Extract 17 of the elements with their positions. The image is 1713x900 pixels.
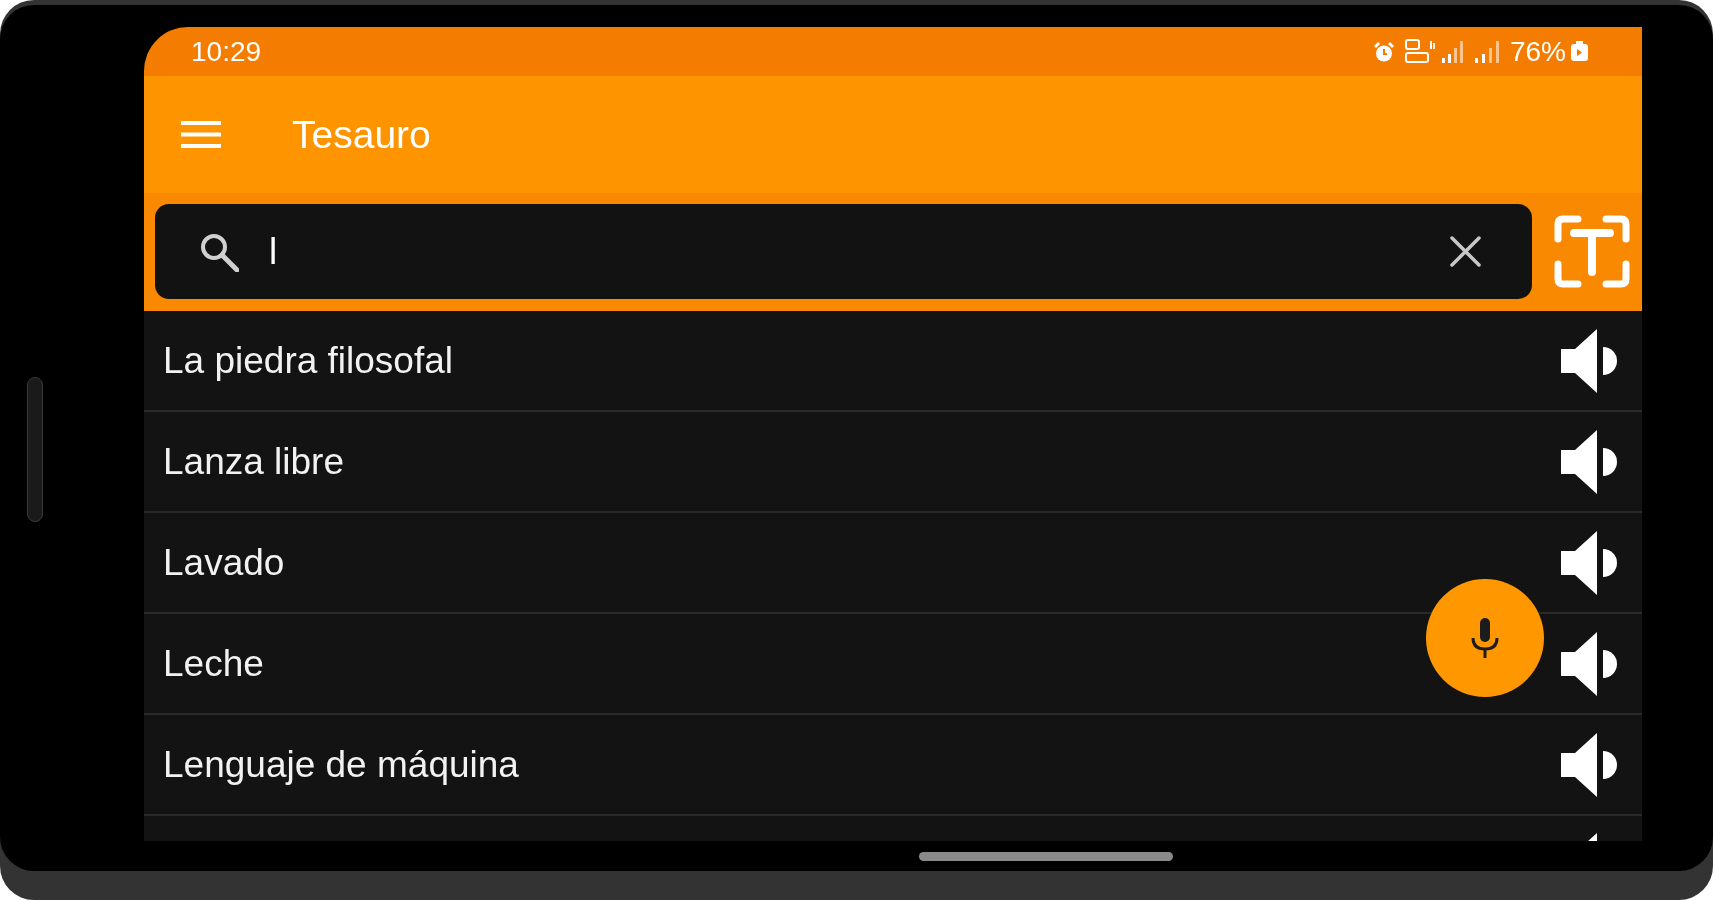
clear-icon[interactable] (1450, 236, 1481, 267)
signal-icon (1441, 40, 1464, 63)
result-text[interactable]: Lenguaje de máquina (163, 746, 519, 783)
signal-icon (1474, 40, 1500, 63)
result-text[interactable]: Lavado (163, 544, 285, 581)
battery-icon (1570, 41, 1589, 62)
search-field[interactable]: l (155, 204, 1532, 299)
battery-percent: 76% (1509, 37, 1566, 66)
result-text[interactable]: Leche (163, 645, 264, 682)
result-text[interactable]: La piedra filosofal (163, 342, 454, 379)
microphone-icon (1470, 618, 1500, 658)
speaker-icon[interactable] (1587, 833, 1597, 841)
app-title: Tesauro (292, 115, 431, 154)
network-type-icon (1403, 39, 1437, 64)
result-text[interactable]: Lanza libre (163, 443, 344, 480)
status-time: 10:29 (191, 37, 262, 66)
search-icon (199, 231, 239, 272)
